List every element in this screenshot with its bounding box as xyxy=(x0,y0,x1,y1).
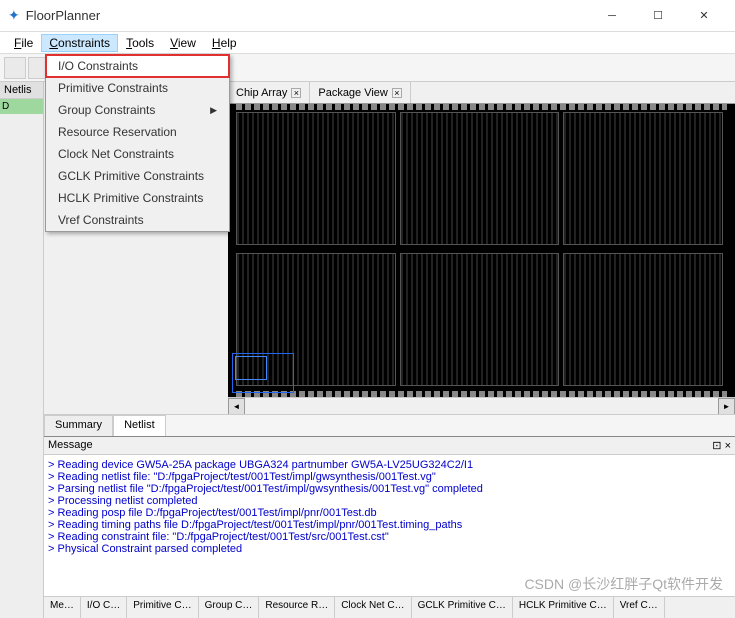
message-line: Reading device GW5A-25A package UBGA324 … xyxy=(48,459,731,471)
menu-gclk-primitive-constraints[interactable]: GCLK Primitive Constraints xyxy=(46,165,229,187)
app-icon: ✦ xyxy=(8,7,20,24)
window-title: FloorPlanner xyxy=(26,8,589,23)
tab-summary[interactable]: Summary xyxy=(44,415,113,436)
status-tab-io[interactable]: I/O C… xyxy=(81,597,127,618)
status-tab-gclk[interactable]: GCLK Primitive C… xyxy=(412,597,513,618)
menu-clock-net-constraints[interactable]: Clock Net Constraints xyxy=(46,143,229,165)
status-tab-message[interactable]: Me… xyxy=(44,597,81,618)
tab-netlist[interactable]: Netlist xyxy=(113,415,166,436)
status-tab-clocknet[interactable]: Clock Net C… xyxy=(335,597,411,618)
message-header: Message ⊡ × xyxy=(44,437,735,455)
status-tab-primitive[interactable]: Primitive C… xyxy=(127,597,198,618)
titlebar: ✦ FloorPlanner ─ ☐ ✕ xyxy=(0,0,735,32)
status-tabs: Me… I/O C… Primitive C… Group C… Resourc… xyxy=(44,596,735,618)
menu-resource-reservation[interactable]: Resource Reservation xyxy=(46,121,229,143)
constraints-dropdown: I/O Constraints Primitive Constraints Gr… xyxy=(45,54,230,232)
close-icon[interactable]: × xyxy=(392,88,402,98)
menu-group-constraints[interactable]: Group Constraints▶ xyxy=(46,99,229,121)
chip-grid xyxy=(236,112,727,389)
message-line: Reading timing paths file D:/fpgaProject… xyxy=(48,519,731,531)
menu-hclk-primitive-constraints[interactable]: HCLK Primitive Constraints xyxy=(46,187,229,209)
close-icon[interactable]: × xyxy=(291,88,301,98)
menu-constraints[interactable]: Constraints xyxy=(41,34,118,52)
menu-tools[interactable]: Tools xyxy=(118,34,162,52)
message-line: Processing netlist completed xyxy=(48,495,731,507)
netlist-tree-root[interactable]: D xyxy=(0,99,43,114)
menu-file[interactable]: File xyxy=(6,34,41,52)
message-panel: Message ⊡ × Reading device GW5A-25A pack… xyxy=(44,436,735,596)
menu-view[interactable]: View xyxy=(162,34,204,52)
message-line: Reading posp file D:/fpgaProject/test/00… xyxy=(48,507,731,519)
menu-help[interactable]: Help xyxy=(204,34,245,52)
minimap-viewport[interactable] xyxy=(235,356,267,380)
minimap[interactable] xyxy=(232,353,294,393)
menu-vref-constraints[interactable]: Vref Constraints xyxy=(46,209,229,231)
minimize-button[interactable]: ─ xyxy=(589,0,635,32)
message-line: Reading netlist file: "D:/fpgaProject/te… xyxy=(48,471,731,483)
message-body[interactable]: Reading device GW5A-25A package UBGA324 … xyxy=(44,455,735,596)
chip-canvas[interactable] xyxy=(228,104,735,397)
netlist-panel-label: Netlis xyxy=(0,82,43,99)
menu-io-constraints[interactable]: I/O Constraints xyxy=(46,55,229,77)
maximize-button[interactable]: ☐ xyxy=(635,0,681,32)
horizontal-scrollbar[interactable]: ◄ ► xyxy=(228,397,735,414)
menubar: File Constraints Tools View Help xyxy=(0,32,735,54)
toolbar-button-1[interactable] xyxy=(4,57,26,79)
status-tab-resource[interactable]: Resource R… xyxy=(259,597,335,618)
status-tab-hclk[interactable]: HCLK Primitive C… xyxy=(513,597,614,618)
submenu-arrow-icon: ▶ xyxy=(210,99,217,121)
scroll-right-button[interactable]: ► xyxy=(718,398,735,415)
chip-pads-bottom xyxy=(236,391,727,397)
close-button[interactable]: ✕ xyxy=(681,0,727,32)
message-options-icon[interactable]: ⊡ × xyxy=(712,439,731,452)
status-tab-vref[interactable]: Vref C… xyxy=(614,597,665,618)
message-line: Reading constraint file: "D:/fpgaProject… xyxy=(48,531,731,543)
scroll-track[interactable] xyxy=(245,398,718,414)
message-line: Parsing netlist file "D:/fpgaProject/tes… xyxy=(48,483,731,495)
tab-chip-array[interactable]: Chip Array× xyxy=(228,82,310,103)
bottom-tabs: Summary Netlist xyxy=(44,414,735,436)
tab-package-view[interactable]: Package View× xyxy=(310,82,411,103)
chip-pads-top xyxy=(236,104,727,110)
window-controls: ─ ☐ ✕ xyxy=(589,0,727,32)
left-panel: Netlis D xyxy=(0,82,44,618)
canvas-tabs: Chip Array× Package View× xyxy=(228,82,735,104)
status-tab-group[interactable]: Group C… xyxy=(199,597,260,618)
message-line: Physical Constraint parsed completed xyxy=(48,543,731,555)
menu-primitive-constraints[interactable]: Primitive Constraints xyxy=(46,77,229,99)
scroll-left-button[interactable]: ◄ xyxy=(228,398,245,415)
